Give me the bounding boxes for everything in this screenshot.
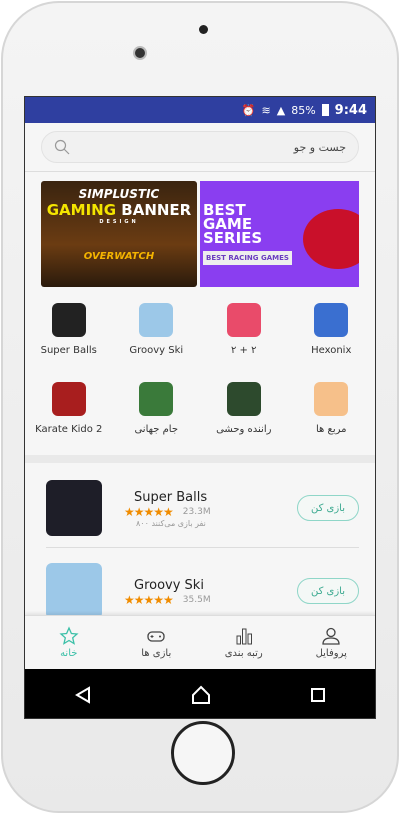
- divider: [46, 547, 359, 548]
- home-button[interactable]: [171, 721, 235, 785]
- game-icon: [139, 303, 174, 337]
- game-label: Hexonix: [311, 345, 352, 356]
- game-icon: [51, 303, 86, 337]
- players-count: ۸۰۰ نفر بازی می‌کنند: [136, 519, 206, 528]
- grid-game[interactable]: Karate Kido 2: [25, 382, 113, 435]
- game-grid: Super Balls Groovy Ski ۲ + ۲ Hexonix Karate …: [25, 303, 375, 435]
- grid-game[interactable]: راننده وحشی: [200, 382, 288, 435]
- game-label: ۲ + ۲: [231, 345, 257, 356]
- game-size: 35.5M: [182, 594, 211, 605]
- banner-carousel[interactable]: SIMPLUSTIC GAMING BANNER DESIGN OVERWATC…: [41, 181, 359, 287]
- tab-label: خانه: [60, 648, 78, 659]
- tab-label: بازی ها: [141, 648, 172, 659]
- star-icon: [59, 626, 79, 645]
- game-label: راننده وحشی: [216, 424, 272, 435]
- grid-game[interactable]: جام جهانی: [113, 382, 201, 435]
- banner-sub: DESIGN: [99, 219, 139, 225]
- play-button[interactable]: بازی کن: [297, 495, 359, 521]
- signal-icon: ▲: [276, 103, 286, 117]
- recents-icon[interactable]: [310, 687, 326, 703]
- section-divider: [25, 455, 375, 463]
- rating-stars: ★★★★★: [124, 592, 174, 607]
- clock: 9:44: [334, 102, 367, 118]
- sensor: [199, 25, 208, 34]
- battery-icon: [321, 104, 329, 116]
- tab-1[interactable]: بازی ها: [113, 616, 201, 669]
- search-icon: [54, 139, 70, 155]
- game-icon: [51, 382, 86, 416]
- grid-game[interactable]: Super Balls: [25, 303, 113, 356]
- grid-game[interactable]: مربع ها: [288, 382, 376, 435]
- banner-line2a: GAMING: [46, 201, 117, 219]
- game-label: Groovy Ski: [129, 345, 184, 356]
- banner-title: BEST GAME SERIES: [203, 201, 263, 247]
- screen: ⏰ ≋ ▲ 85% 9:44 جست و جو SIMPLUSTIC GAMIN…: [24, 96, 376, 719]
- game-label: Karate Kido 2: [35, 424, 103, 435]
- game-size: 23.3M: [182, 507, 211, 517]
- game-icon: [139, 382, 174, 416]
- game-icon: [314, 303, 349, 337]
- bar-chart-icon: [236, 628, 252, 645]
- back-icon[interactable]: [74, 685, 92, 704]
- search-placeholder: جست و جو: [293, 140, 346, 154]
- game-list: Super Balls ★★★★★ 23.3M ۸۰۰ نفر بازی می‌کنن…: [25, 469, 375, 630]
- user-icon: [322, 627, 340, 645]
- wifi-icon: ≋: [261, 103, 271, 117]
- divider: [25, 171, 375, 172]
- list-item[interactable]: Super Balls ★★★★★ 23.3M ۸۰۰ نفر بازی می‌کنن…: [25, 469, 375, 547]
- game-label: Super Balls: [40, 345, 97, 356]
- play-button[interactable]: بازی کن: [297, 578, 359, 604]
- tab-2[interactable]: رتبه بندی: [200, 616, 288, 669]
- gamepad-icon: [147, 631, 165, 642]
- tab-3[interactable]: پروفایل: [288, 616, 376, 669]
- front-camera: [133, 46, 147, 60]
- battery-level: 85%: [291, 103, 316, 117]
- banner-line1: SIMPLUSTIC: [78, 187, 160, 201]
- banner-racing[interactable]: BEST GAME SERIES BEST RACING GAMES: [200, 181, 359, 287]
- tab-label: رتبه بندی: [224, 648, 263, 659]
- game-icon: [226, 303, 261, 337]
- game-logo: [46, 480, 102, 536]
- android-nav-bar: [25, 669, 375, 718]
- game-name: Groovy Ski: [134, 577, 204, 593]
- status-bar: ⏰ ≋ ▲ 85% 9:44: [25, 97, 375, 123]
- banner-gaming[interactable]: SIMPLUSTIC GAMING BANNER DESIGN OVERWATC…: [41, 181, 197, 287]
- game-name: Super Balls: [134, 490, 208, 505]
- grid-game[interactable]: Hexonix: [288, 303, 376, 356]
- tab-label: پروفایل: [315, 648, 347, 659]
- game-label: جام جهانی: [134, 424, 179, 435]
- rating-stars: ★★★★★: [124, 505, 174, 519]
- car-image: [303, 209, 359, 269]
- game-label: مربع ها: [316, 424, 347, 435]
- bottom-navigation: خانه بازی ها رتبه بندی پروفایل: [25, 615, 375, 669]
- banner-game: OVERWATCH: [83, 251, 155, 262]
- banner-tag: BEST RACING GAMES: [203, 251, 292, 265]
- home-icon[interactable]: [191, 685, 211, 705]
- banner-line2b: BANNER: [121, 201, 192, 219]
- tab-0[interactable]: خانه: [25, 616, 113, 669]
- game-icon: [314, 382, 349, 416]
- game-logo: [46, 563, 102, 619]
- grid-game[interactable]: ۲ + ۲: [200, 303, 288, 356]
- search-input[interactable]: جست و جو: [41, 131, 359, 163]
- game-icon: [226, 382, 261, 416]
- alarm-icon: ⏰: [241, 103, 256, 117]
- grid-game[interactable]: Groovy Ski: [113, 303, 201, 356]
